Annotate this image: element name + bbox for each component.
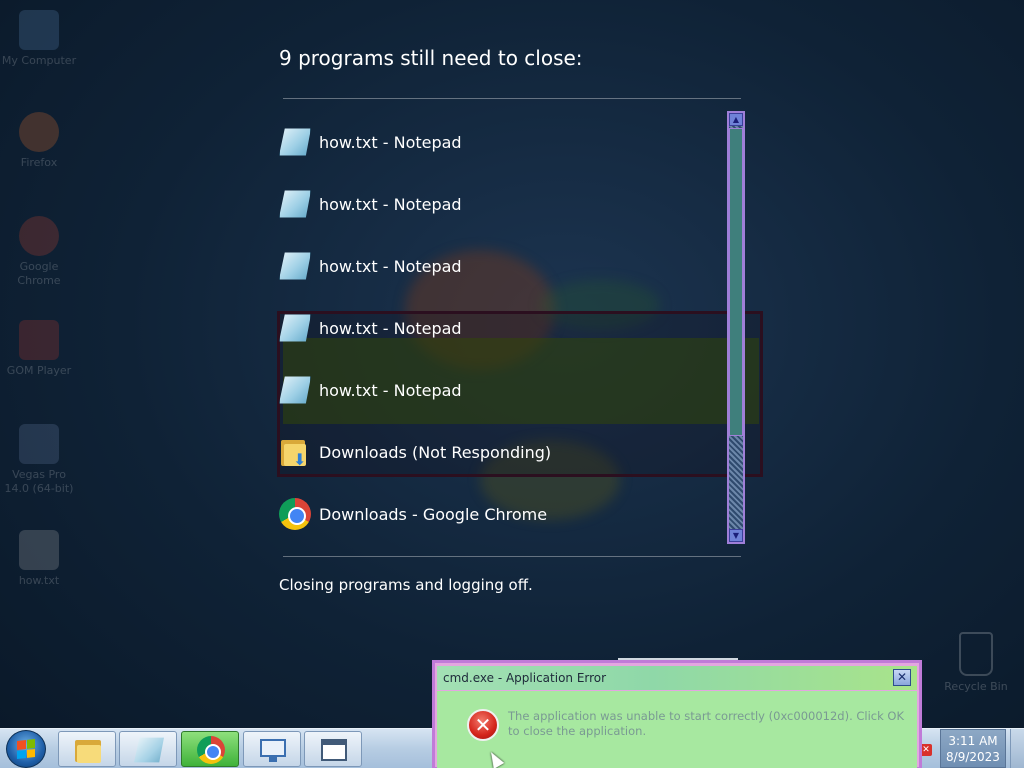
program-list-scrollbar[interactable]: ▲ ▼: [727, 111, 745, 544]
notepad-icon: [134, 737, 164, 763]
recycle-bin-icon: [959, 632, 993, 676]
taskbar-clock[interactable]: 3:11 AM 8/9/2023: [940, 729, 1006, 768]
dialog-close-button[interactable]: ✕: [893, 669, 911, 686]
taskbar-button-chrome[interactable]: [181, 731, 239, 767]
program-item: ⬇ Downloads (Not Responding): [279, 434, 551, 470]
vegas-pro-icon: [19, 424, 59, 464]
error-dialog: cmd.exe - Application Error ✕ ✕ The appl…: [432, 660, 922, 768]
error-icon: ✕: [467, 709, 499, 741]
chrome-icon: [197, 736, 225, 764]
program-item: how.txt - Notepad: [279, 186, 462, 222]
dialog-title-bar[interactable]: cmd.exe - Application Error ✕: [437, 666, 917, 690]
program-label: how.txt - Notepad: [319, 318, 462, 338]
program-label: how.txt - Notepad: [319, 132, 462, 152]
notepad-icon: [279, 252, 311, 280]
clock-date: 8/9/2023: [946, 750, 1000, 764]
notepad-icon: [279, 314, 311, 342]
desktop-icon-firefox[interactable]: Firefox: [0, 112, 78, 170]
notepad-icon: [279, 376, 311, 404]
firefox-icon: [19, 112, 59, 152]
divider: [283, 556, 741, 557]
windows-logo-icon: [17, 739, 35, 759]
start-button[interactable]: [6, 730, 46, 768]
program-item: how.txt - Notepad: [279, 372, 462, 408]
program-label: Downloads (Not Responding): [319, 442, 552, 462]
scroll-thumb[interactable]: [729, 128, 743, 436]
program-label: Downloads - Google Chrome: [319, 504, 548, 524]
text-file-icon: [19, 530, 59, 570]
chrome-icon: [19, 216, 59, 256]
desktop-icon-vegas-pro[interactable]: Vegas Pro 14.0 (64-bit): [0, 424, 78, 496]
computer-icon: [19, 10, 59, 50]
program-item: how.txt - Notepad: [279, 124, 462, 160]
program-label: how.txt - Notepad: [319, 380, 462, 400]
taskbar-button-explorer[interactable]: [58, 731, 116, 767]
chrome-icon: [279, 498, 311, 530]
desktop-icon-my-computer[interactable]: My Computer: [0, 10, 78, 68]
divider: [283, 98, 741, 99]
program-label: how.txt - Notepad: [319, 194, 462, 214]
scroll-up-button[interactable]: ▲: [729, 113, 743, 126]
program-item: Downloads - Google Chrome: [279, 496, 547, 532]
notepad-icon: [279, 190, 311, 218]
scroll-down-button[interactable]: ▼: [729, 529, 743, 542]
dialog-body: ✕ The application was unable to start co…: [437, 691, 917, 768]
program-item: how.txt - Notepad: [279, 248, 462, 284]
desktop-icon-how-txt[interactable]: how.txt: [0, 530, 78, 588]
dialog-message: The application was unable to start corr…: [508, 709, 905, 738]
window-icon: [319, 736, 349, 764]
logoff-heading: 9 programs still need to close:: [279, 46, 583, 70]
program-label: how.txt - Notepad: [319, 256, 462, 276]
notepad-icon: [279, 128, 311, 156]
taskbar-button-notepad[interactable]: [119, 731, 177, 767]
desktop-icon-gom-player[interactable]: GOM Player: [0, 320, 78, 378]
dialog-title: cmd.exe - Application Error: [443, 671, 607, 685]
clock-time: 3:11 AM: [948, 734, 998, 748]
network-icon: [258, 736, 288, 764]
show-desktop-button[interactable]: [1010, 729, 1024, 768]
program-item: how.txt - Notepad: [279, 310, 462, 346]
taskbar-button-network[interactable]: [243, 731, 301, 767]
folder-icon: [73, 736, 103, 764]
logoff-status: Closing programs and logging off.: [279, 576, 533, 594]
gom-player-icon: [19, 320, 59, 360]
desktop-icon-recycle-bin[interactable]: Recycle Bin: [938, 632, 1014, 693]
taskbar-button-window[interactable]: [304, 731, 362, 767]
desktop-icon-google-chrome[interactable]: Google Chrome: [0, 216, 78, 288]
folder-icon: ⬇: [279, 436, 311, 468]
